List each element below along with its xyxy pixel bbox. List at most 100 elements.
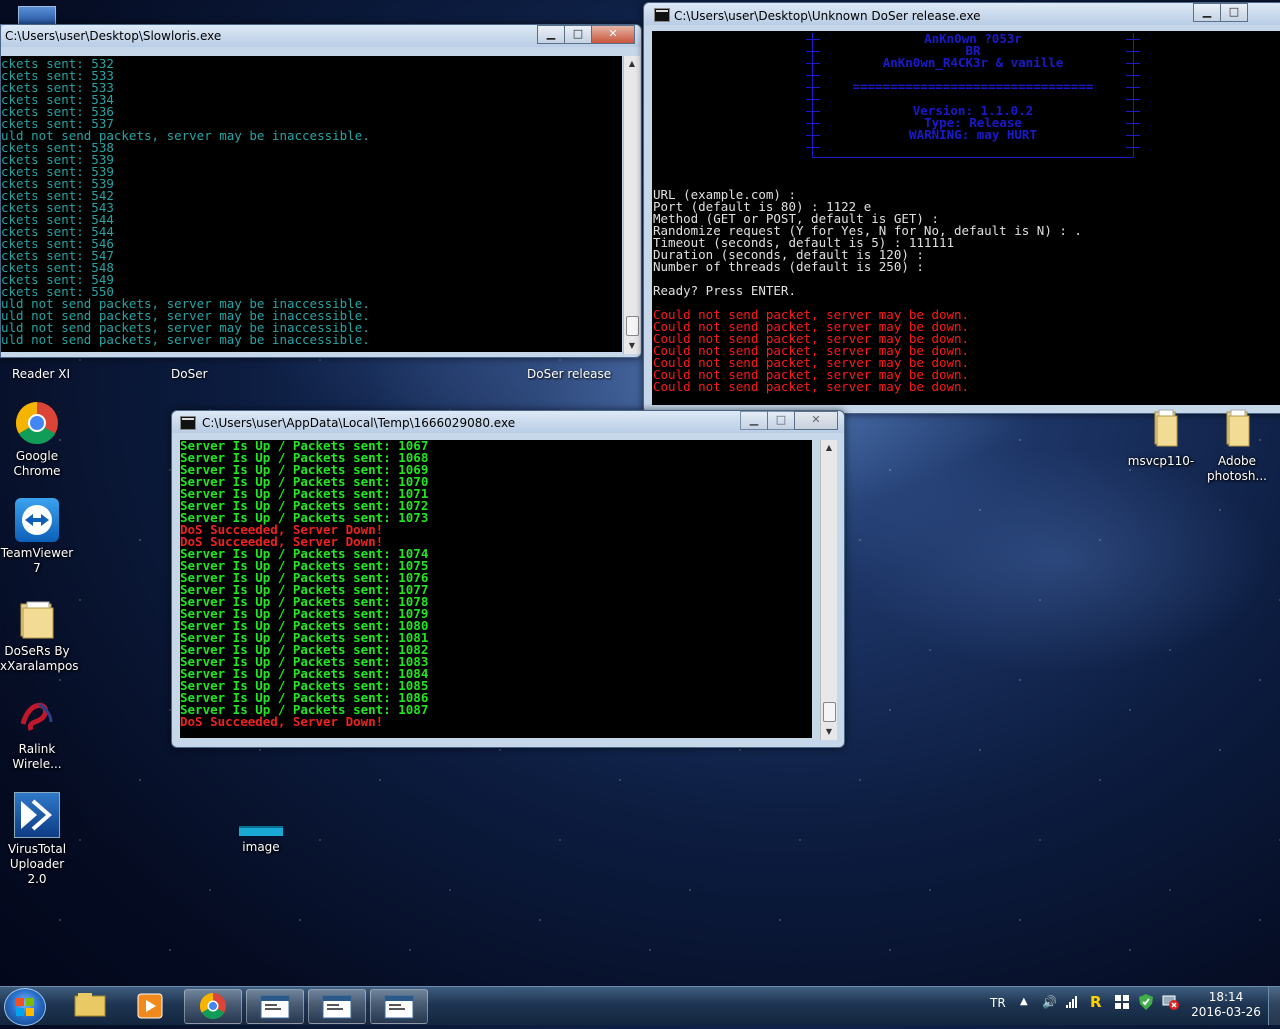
taskbar-console-button-3[interactable] (370, 989, 428, 1024)
console-app-icon (654, 8, 670, 22)
chrome-icon (199, 992, 226, 1020)
windows-tray-icon[interactable] (1114, 994, 1130, 1013)
icon-label: Ralink Wirele... (12, 742, 62, 771)
clock-time: 18:14 (1208, 990, 1244, 1004)
start-button[interactable] (4, 988, 46, 1026)
close-button[interactable]: ✕ (591, 25, 635, 44)
vertical-scrollbar[interactable]: ▲ ▼ (820, 440, 837, 740)
banner-dash (806, 39, 820, 40)
teamviewer-icon (15, 498, 59, 542)
banner-dash (1126, 147, 1140, 148)
taskbar-chrome-button[interactable] (184, 989, 242, 1024)
banner-dash (806, 87, 820, 88)
show-hidden-icons-icon[interactable]: ▲ (1020, 996, 1028, 1007)
language-indicator[interactable]: TR (990, 996, 1006, 1010)
desktop-icon-teamviewer[interactable]: TeamViewer 7 (0, 498, 74, 576)
slowloris-titlebar[interactable]: C:\Users\user\Desktop\Slowloris.exe ▁ □ … (1, 25, 641, 47)
icon-label: msvcp110- (1127, 454, 1195, 468)
desktop-icon-virustotal[interactable]: VirusTotal Uploader 2.0 (0, 792, 74, 887)
scroll-up-icon[interactable]: ▲ (624, 56, 640, 72)
console-icon (322, 995, 352, 1019)
taskbar-console-button-1[interactable] (246, 989, 304, 1024)
banner-dash (806, 63, 820, 64)
console-line: Ready? Press ENTER. (653, 283, 796, 298)
taskbar-explorer-button[interactable] (62, 989, 118, 1022)
taskbar-console-button-2[interactable] (308, 989, 366, 1024)
console-icon (384, 995, 414, 1019)
temp-exe-console-output: Server Is Up / Packets sent: 1067 Server … (180, 440, 812, 738)
maximize-button[interactable]: □ (564, 25, 592, 44)
rt-tray-icon[interactable]: R (1090, 993, 1102, 1011)
vertical-scrollbar[interactable]: ▲ ▼ (623, 56, 640, 354)
banner-dash (806, 111, 820, 112)
slowloris-console-output: ckets sent: 532 ckets sent: 533 ckets sent… (1, 56, 622, 352)
minimize-button[interactable]: ▁ (740, 411, 768, 430)
show-desktop-button[interactable] (1268, 987, 1280, 1025)
banner-box: AnKn0wn ?053r BR AnKn0wn_R4CK3r & vanille =… (812, 32, 1134, 158)
desktop-icon-chrome[interactable]: Google Chrome (0, 401, 74, 479)
banner-dash (1126, 51, 1140, 52)
console-line: DoS Succeeded, Server Down! (180, 714, 384, 729)
doser-release-console-output: AnKn0wn ?053r BR AnKn0wn_R4CK3r & vanille =… (652, 31, 1280, 405)
banner-dash (806, 51, 820, 52)
temp-exe-titlebar[interactable]: C:\Users\user\AppData\Local\Temp\1666029… (172, 411, 844, 433)
folder-icon (1139, 406, 1183, 450)
icon-label: Adobe photosh... (1207, 454, 1267, 483)
window-title: C:\Users\user\Desktop\Unknown DoSer rele… (674, 9, 981, 23)
clock-date: 2016-03-26 (1191, 1005, 1261, 1019)
console-line: ================================ (852, 79, 1094, 94)
image-file-icon (239, 826, 283, 836)
taskbar: TR ▲ 🔊 R 18:14 2016-03-26 (0, 986, 1280, 1026)
console-icon (260, 995, 290, 1019)
volume-icon[interactable]: 🔊 (1042, 995, 1057, 1009)
banner-dash (1126, 111, 1140, 112)
banner-dash (806, 147, 820, 148)
network-error-icon[interactable] (1162, 993, 1180, 1014)
ralink-icon (15, 694, 59, 738)
icon-label: image (242, 840, 280, 854)
desktop-icon-adobe-photoshop[interactable]: Adobe photosh... (1200, 406, 1274, 484)
doser-release-window[interactable]: C:\Users\user\Desktop\Unknown DoSer rele… (643, 2, 1280, 414)
banner-dash (806, 99, 820, 100)
desktop-label-doser[interactable]: DoSer (171, 367, 208, 381)
desktop-label-doser-release[interactable]: DoSer release (527, 367, 611, 381)
temp-exe-window[interactable]: C:\Users\user\AppData\Local\Temp\1666029… (171, 410, 845, 748)
security-shield-icon[interactable] (1138, 993, 1154, 1014)
minimize-button[interactable]: ▁ (1193, 3, 1221, 22)
console-line: uld not send packets, server may be inac… (1, 332, 370, 347)
banner-dash (1126, 135, 1140, 136)
desktop-icon-image[interactable]: image (224, 826, 298, 855)
icon-label: VirusTotal Uploader 2.0 (7, 842, 67, 886)
network-icon[interactable] (1066, 993, 1080, 1012)
banner-dash (1126, 75, 1140, 76)
maximize-button[interactable]: □ (767, 411, 795, 430)
taskbar-media-player-button[interactable] (122, 989, 178, 1022)
window-title: C:\Users\user\Desktop\Slowloris.exe (5, 29, 222, 43)
banner-dash (1126, 99, 1140, 100)
desktop-icon-msvcp[interactable]: msvcp110- (1124, 406, 1198, 469)
clock[interactable]: 18:14 2016-03-26 (1190, 990, 1262, 1020)
desktop-label-reader[interactable]: Reader XI (12, 367, 70, 381)
banner-dash (806, 123, 820, 124)
desktop-icon-doser-folder[interactable]: DoSeRs By xXaralampos (0, 596, 79, 674)
scroll-up-icon[interactable]: ▲ (821, 440, 837, 456)
minimize-button[interactable]: ▁ (537, 25, 565, 44)
slowloris-window[interactable]: C:\Users\user\Desktop\Slowloris.exe ▁ □ … (0, 24, 642, 358)
chrome-icon (15, 401, 59, 445)
desktop-icon-ralink[interactable]: Ralink Wirele... (0, 694, 74, 772)
banner-dash (1126, 87, 1140, 88)
banner-dash (1126, 39, 1140, 40)
console-app-icon (180, 416, 196, 430)
scroll-down-icon[interactable]: ▼ (624, 338, 640, 354)
close-button[interactable]: ✕ (794, 411, 838, 430)
media-player-icon (137, 993, 163, 1019)
console-line: WARNING: may HURT (909, 127, 1037, 142)
window-title: C:\Users\user\AppData\Local\Temp\1666029… (202, 416, 516, 430)
doser-release-titlebar[interactable]: C:\Users\user\Desktop\Unknown DoSer rele… (644, 3, 1280, 25)
scroll-thumb[interactable] (823, 702, 836, 722)
scroll-down-icon[interactable]: ▼ (821, 724, 837, 740)
maximize-button[interactable]: □ (1220, 3, 1248, 22)
banner-dash (1126, 63, 1140, 64)
scroll-thumb[interactable] (626, 316, 639, 336)
icon-label: TeamViewer 7 (0, 546, 74, 575)
